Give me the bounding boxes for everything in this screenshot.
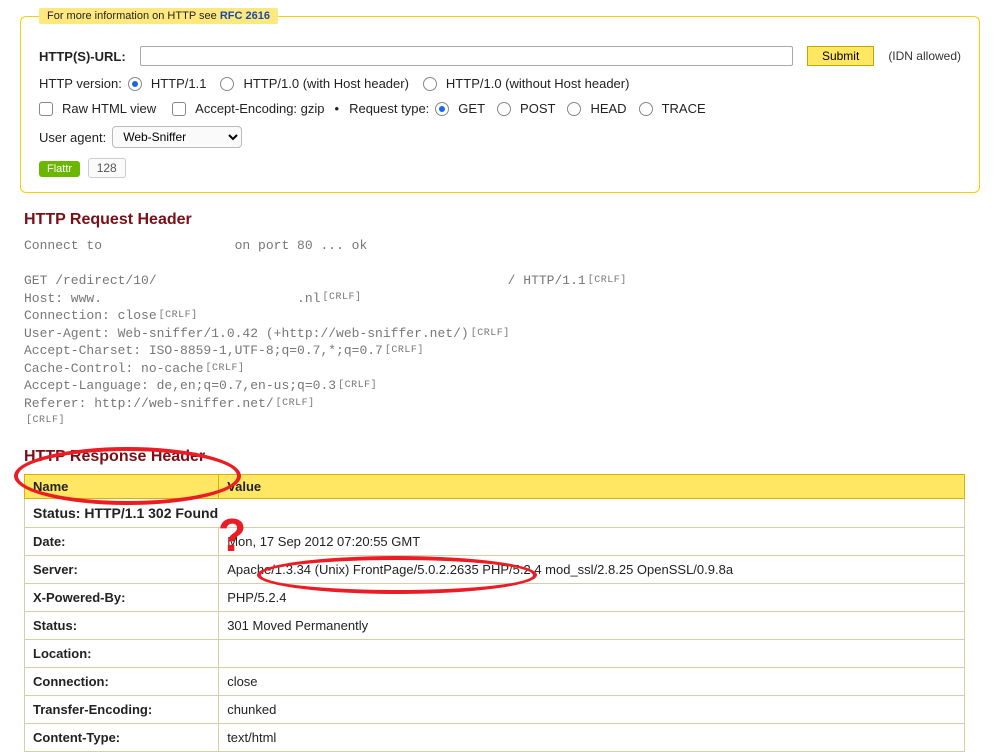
header-name: Date:: [25, 528, 219, 556]
request-header-title: HTTP Request Header: [24, 211, 980, 229]
gzip-checkbox[interactable]: [172, 102, 186, 116]
http-version-radio-11[interactable]: [128, 77, 142, 91]
col-value: Value: [219, 475, 965, 499]
user-agent-select[interactable]: Web-Sniffer: [112, 126, 242, 148]
table-row: X-Powered-By:PHP/5.2.4: [25, 584, 965, 612]
reqtype-radio-head[interactable]: [567, 102, 581, 116]
header-value: 301 Moved Permanently: [219, 612, 965, 640]
request-type-label: Request type:: [349, 101, 429, 116]
header-name: Status:: [25, 612, 219, 640]
reqtype-radio-post[interactable]: [497, 102, 511, 116]
table-row: Content-Type:text/html: [25, 724, 965, 752]
idn-hint: (IDN allowed): [888, 49, 961, 63]
header-name: X-Powered-By:: [25, 584, 219, 612]
legend: For more information on HTTP see RFC 261…: [39, 8, 278, 24]
reqtype-radio-trace[interactable]: [639, 102, 653, 116]
reqtype-head: HEAD: [590, 101, 626, 116]
response-table: Name Value Status: HTTP/1.1 302 Found Da…: [24, 474, 965, 752]
reqtype-trace: TRACE: [662, 101, 706, 116]
http-version-radio-10nohost[interactable]: [423, 77, 437, 91]
header-name: Location:: [25, 640, 219, 668]
header-name: Server:: [25, 556, 219, 584]
reqtype-radio-get[interactable]: [435, 102, 449, 116]
table-row: Connection:close: [25, 668, 965, 696]
response-header-title: HTTP Response Header: [24, 448, 980, 466]
user-agent-label: User agent:: [39, 130, 106, 145]
form-panel: For more information on HTTP see RFC 261…: [20, 8, 980, 193]
header-name: Connection:: [25, 668, 219, 696]
header-value: PHP/5.2.4: [219, 584, 965, 612]
legend-text: For more information on HTTP see: [47, 10, 220, 22]
header-value: close: [219, 668, 965, 696]
header-value: Apache/1.3.34 (Unix) FrontPage/5.0.2.263…: [219, 556, 965, 584]
table-row: Status:301 Moved Permanently: [25, 612, 965, 640]
table-row: Date:Mon, 17 Sep 2012 07:20:55 GMT: [25, 528, 965, 556]
http-version-10nohost: HTTP/1.0 (without Host header): [446, 76, 630, 91]
request-header-block: Connect to on port 80 ... ok GET /redire…: [24, 237, 976, 430]
reqtype-post: POST: [520, 101, 555, 116]
col-name: Name: [25, 475, 219, 499]
status-line: Status: HTTP/1.1 302 Found: [25, 499, 965, 528]
submit-button[interactable]: Submit: [807, 46, 874, 66]
gzip-label: Accept-Encoding: gzip: [195, 101, 324, 116]
http-version-label: HTTP version:: [39, 76, 122, 91]
reqtype-get: GET: [458, 101, 485, 116]
raw-html-checkbox[interactable]: [39, 102, 53, 116]
header-value: [219, 640, 965, 668]
header-value: Mon, 17 Sep 2012 07:20:55 GMT: [219, 528, 965, 556]
http-version-radio-10host[interactable]: [220, 77, 234, 91]
rfc-link[interactable]: RFC 2616: [220, 10, 270, 22]
url-label: HTTP(S)-URL:: [39, 49, 126, 64]
flattr-button[interactable]: Flattr: [39, 161, 80, 177]
header-value: text/html: [219, 724, 965, 752]
http-version-11: HTTP/1.1: [151, 76, 207, 91]
table-row: Location:: [25, 640, 965, 668]
header-value: chunked: [219, 696, 965, 724]
separator-dot: •: [335, 101, 340, 116]
header-name: Transfer-Encoding:: [25, 696, 219, 724]
http-version-10host: HTTP/1.0 (with Host header): [243, 76, 408, 91]
table-row: Transfer-Encoding:chunked: [25, 696, 965, 724]
url-input[interactable]: [140, 46, 793, 66]
header-name: Content-Type:: [25, 724, 219, 752]
table-row: Server:Apache/1.3.34 (Unix) FrontPage/5.…: [25, 556, 965, 584]
flattr-count: 128: [88, 158, 126, 178]
raw-html-label: Raw HTML view: [62, 101, 156, 116]
